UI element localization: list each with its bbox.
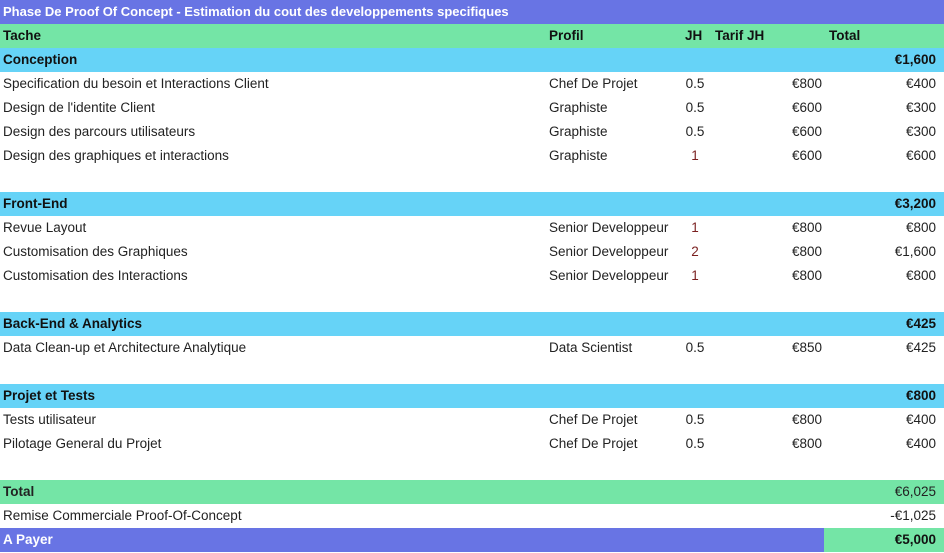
section-name: Front-End — [3, 196, 68, 211]
total-cell: €600 — [905, 148, 936, 163]
total-cell: €800 — [905, 268, 936, 283]
tarif-cell: €800 — [791, 436, 822, 451]
jh-cell: 0.5 — [685, 340, 705, 355]
profil-cell: Senior Developpeur — [549, 220, 669, 235]
payer-label: A Payer — [3, 532, 53, 547]
total-cell: €300 — [905, 124, 936, 139]
section-name: Projet et Tests — [3, 388, 96, 403]
task-cell: Specification du besoin et Interactions … — [3, 76, 269, 91]
header-profil: Profil — [549, 28, 584, 43]
tarif-cell: €800 — [791, 412, 822, 427]
profil-cell: Senior Developpeur — [549, 268, 669, 283]
profil-cell: Graphiste — [549, 100, 608, 115]
header-tache: Tache — [3, 28, 42, 43]
header-row: Tache Profil JH Tarif JH Total — [0, 24, 944, 48]
jh-cell: 0.5 — [685, 100, 705, 115]
task-cell: Design de l'identite Client — [3, 100, 155, 115]
jh-cell: 0.5 — [685, 76, 705, 91]
task-cell: Customisation des Interactions — [3, 268, 188, 283]
section-name: Back-End & Analytics — [3, 316, 143, 331]
total-value: €6,025 — [894, 484, 936, 499]
table-row: Design des graphiques et interactions Gra… — [0, 144, 944, 168]
section-row: Back-End & Analytics €425 — [0, 312, 944, 336]
table-row: Customisation des Graphiques Senior Devel… — [0, 240, 944, 264]
payer-value: €5,000 — [894, 532, 936, 547]
total-cell: €400 — [905, 412, 936, 427]
section-total: €1,600 — [894, 52, 936, 67]
profil-cell: Graphiste — [549, 148, 608, 163]
total-row: Total €6,025 — [0, 480, 944, 504]
remise-label: Remise Commerciale Proof-Of-Concept — [3, 508, 242, 523]
table-row: Design des parcours utilisateurs Graphist… — [0, 120, 944, 144]
total-cell: €800 — [905, 220, 936, 235]
section-row: Front-End €3,200 — [0, 192, 944, 216]
table-row: Design de l'identite Client Graphiste 0.5 €… — [0, 96, 944, 120]
total-cell: €425 — [905, 340, 936, 355]
spacer-row — [0, 360, 944, 384]
section-total: €425 — [905, 316, 936, 331]
total-label: Total — [3, 484, 35, 499]
task-cell: Pilotage General du Projet — [3, 436, 162, 451]
tarif-cell: €800 — [791, 244, 822, 259]
task-cell: Customisation des Graphiques — [3, 244, 188, 259]
jh-cell: 0.5 — [685, 436, 705, 451]
table-row: Tests utilisateur Chef De Projet 0.5 €800 €4… — [0, 408, 944, 432]
sheet-title: Phase De Proof Of Concept - Estimation d… — [3, 4, 509, 19]
table-row: Revue Layout Senior Developpeur 1 €800 €800 — [0, 216, 944, 240]
profil-cell: Chef De Projet — [549, 412, 638, 427]
spacer-row — [0, 168, 944, 192]
task-cell: Design des graphiques et interactions — [3, 148, 229, 163]
profil-cell: Chef De Projet — [549, 436, 638, 451]
section-total: €3,200 — [894, 196, 936, 211]
jh-cell: 0.5 — [685, 124, 705, 139]
spacer-row — [0, 456, 944, 480]
tarif-cell: €800 — [791, 268, 822, 283]
total-cell: €400 — [905, 76, 936, 91]
tarif-cell: €850 — [791, 340, 822, 355]
jh-cell: 2 — [691, 244, 699, 259]
profil-cell: Data Scientist — [549, 340, 633, 355]
total-cell: €400 — [905, 436, 936, 451]
section-row: Conception €1,600 — [0, 48, 944, 72]
jh-cell: 1 — [691, 220, 699, 235]
jh-cell: 1 — [691, 148, 699, 163]
tarif-cell: €800 — [791, 76, 822, 91]
task-cell: Design des parcours utilisateurs — [3, 124, 196, 139]
tarif-cell: €600 — [791, 100, 822, 115]
header-total: Total — [829, 28, 861, 43]
header-tarif: Tarif JH — [715, 28, 765, 43]
total-cell: €1,600 — [894, 244, 936, 259]
table-body: Conception €1,600 Specification du besoin … — [0, 48, 944, 480]
tarif-cell: €800 — [791, 220, 822, 235]
table-row: Specification du besoin et Interactions … — [0, 72, 944, 96]
profil-cell: Chef De Projet — [549, 76, 638, 91]
task-cell: Data Clean-up et Architecture Analytique — [3, 340, 247, 355]
total-cell: €300 — [905, 100, 936, 115]
task-cell: Tests utilisateur — [3, 412, 97, 427]
jh-cell: 1 — [691, 268, 699, 283]
jh-cell: 0.5 — [685, 412, 705, 427]
table-row: Data Clean-up et Architecture Analytique… — [0, 336, 944, 360]
payer-row: A Payer €5,000 — [0, 528, 944, 552]
spacer-row — [0, 288, 944, 312]
table-row: Customisation des Interactions Senior Dev… — [0, 264, 944, 288]
task-cell: Revue Layout — [3, 220, 87, 235]
section-total: €800 — [905, 388, 936, 403]
profil-cell: Graphiste — [549, 124, 608, 139]
profil-cell: Senior Developpeur — [549, 244, 669, 259]
section-row: Projet et Tests €800 — [0, 384, 944, 408]
table-row: Pilotage General du Projet Chef De Projet… — [0, 432, 944, 456]
remise-value: -€1,025 — [890, 508, 936, 523]
remise-row: Remise Commerciale Proof-Of-Concept -€1,… — [0, 504, 944, 528]
section-name: Conception — [3, 52, 78, 67]
tarif-cell: €600 — [791, 124, 822, 139]
header-jh: JH — [685, 28, 703, 43]
sheet-title-row: Phase De Proof Of Concept - Estimation d… — [0, 0, 944, 24]
tarif-cell: €600 — [791, 148, 822, 163]
